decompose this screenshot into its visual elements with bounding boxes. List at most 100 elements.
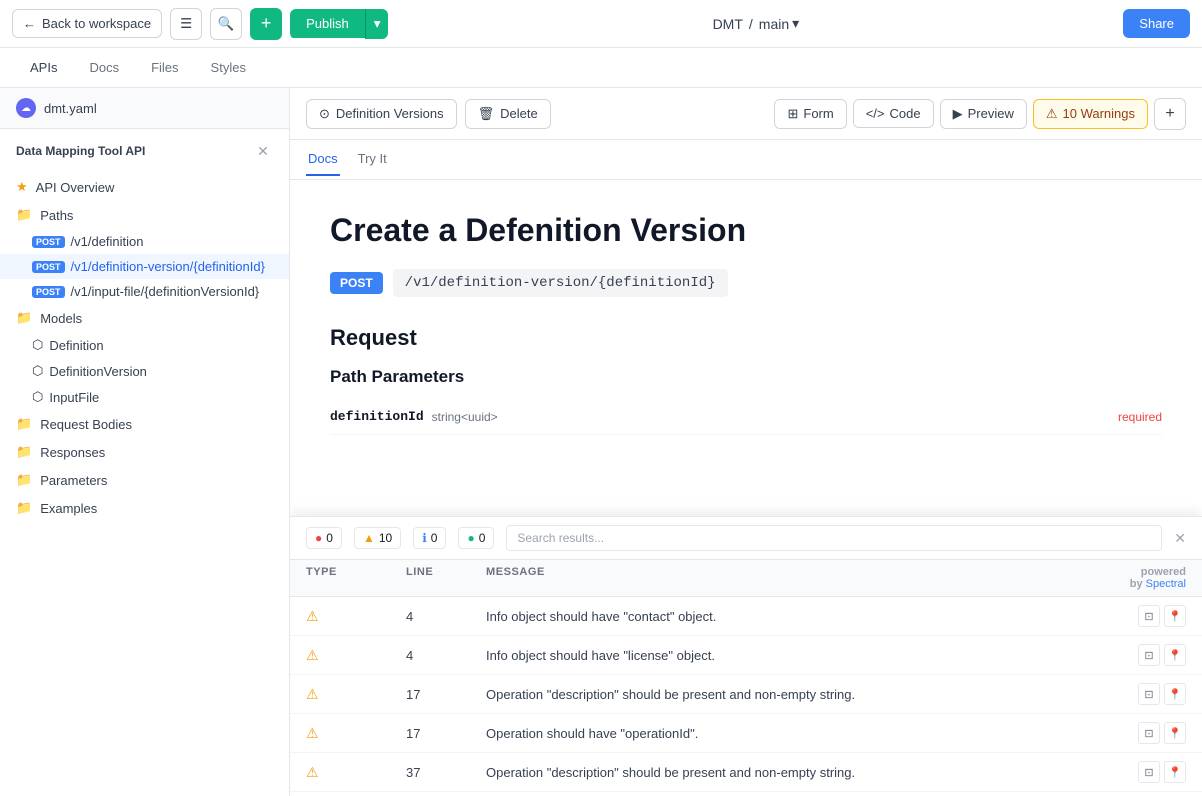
- topbar: ← Back to workspace ☰ 🔍 + Publish ▾ DMT …: [0, 0, 1202, 48]
- publish-dropdown-button[interactable]: ▾: [365, 9, 389, 39]
- tab-docs[interactable]: Docs: [75, 52, 133, 83]
- arrow-left-icon: ←: [23, 16, 36, 31]
- main-layout: ☁ dmt.yaml Data Mapping Tool API ✕ ★ API…: [0, 88, 1202, 796]
- sidebar-child-v1-definition[interactable]: POST /v1/definition: [0, 229, 289, 254]
- location-icon[interactable]: 📍: [1164, 722, 1186, 744]
- col-message: Message: [486, 566, 1126, 590]
- delete-label: Delete: [500, 106, 538, 121]
- warn-actions: ⊡ 📍: [1126, 683, 1186, 705]
- star-icon: ★: [16, 179, 28, 195]
- warnings-search-input[interactable]: [506, 525, 1162, 551]
- topbar-center: DMT / main ▾: [396, 15, 1115, 32]
- filter-info-badge[interactable]: ℹ 0: [413, 527, 446, 549]
- copy-icon[interactable]: ⊡: [1138, 605, 1160, 627]
- folder-icon: 📁: [16, 207, 32, 223]
- code-icon: </>: [866, 106, 885, 121]
- col-line: Line: [406, 566, 486, 590]
- publish-button[interactable]: Publish: [290, 9, 365, 38]
- share-button[interactable]: Share: [1123, 9, 1190, 38]
- branch-selector[interactable]: main ▾: [759, 15, 799, 32]
- sidebar: ☁ dmt.yaml Data Mapping Tool API ✕ ★ API…: [0, 88, 290, 796]
- param-required: required: [1118, 410, 1162, 424]
- separator: /: [749, 16, 753, 32]
- delete-button[interactable]: 🗑 Delete: [465, 99, 551, 129]
- copy-icon[interactable]: ⊡: [1138, 683, 1160, 705]
- param-type: string<uuid>: [432, 410, 498, 424]
- preview-icon: ▶: [953, 106, 963, 122]
- warn-line: 4: [406, 609, 486, 624]
- doc-content: Create a Defenition Version POST /v1/def…: [290, 180, 1202, 467]
- warn-triangle-icon: ⚠: [306, 764, 406, 781]
- sidebar-item-request-bodies[interactable]: 📁 Request Bodies: [0, 410, 289, 438]
- location-icon[interactable]: 📍: [1164, 644, 1186, 666]
- sidebar-item-label: Paths: [40, 208, 73, 223]
- filter-warn-badge[interactable]: ▲ 10: [354, 527, 401, 549]
- tab-docs[interactable]: Docs: [306, 143, 340, 176]
- sidebar-child-input-file[interactable]: ⬡ InputFile: [0, 384, 289, 410]
- sidebar-item-label: DefinitionVersion: [49, 364, 147, 379]
- sidebar-child-v1-input-file[interactable]: POST /v1/input-file/{definitionVersionId…: [0, 279, 289, 304]
- warn-line: 37: [406, 765, 486, 780]
- sidebar-item-api-overview[interactable]: ★ API Overview: [0, 173, 289, 201]
- tab-apis[interactable]: APIs: [16, 52, 71, 83]
- definition-versions-icon: ⊙: [319, 106, 330, 122]
- form-view-button[interactable]: ⊞ Form: [774, 99, 846, 129]
- file-icon: ☁: [16, 98, 36, 118]
- close-warnings-button[interactable]: ✕: [1174, 530, 1186, 547]
- definition-versions-button[interactable]: ⊙ Definition Versions: [306, 99, 457, 129]
- location-icon[interactable]: 📍: [1164, 683, 1186, 705]
- copy-icon[interactable]: ⊡: [1138, 761, 1160, 783]
- copy-icon[interactable]: ⊡: [1138, 644, 1160, 666]
- code-view-button[interactable]: </> Code: [853, 99, 934, 128]
- sidebar-item-responses[interactable]: 📁 Responses: [0, 438, 289, 466]
- warn-triangle-icon: ⚠: [306, 608, 406, 625]
- plus-icon: +: [1165, 105, 1174, 123]
- copy-icon[interactable]: ⊡: [1138, 722, 1160, 744]
- sidebar-child-definition[interactable]: ⬡ Definition: [0, 332, 289, 358]
- filter-error-badge[interactable]: ● 0: [306, 527, 342, 549]
- add-content-button[interactable]: +: [1154, 98, 1186, 130]
- sidebar-item-models[interactable]: 📁 Models: [0, 304, 289, 332]
- param-name: definitionId: [330, 409, 424, 424]
- sidebar-child-v1-definition-version[interactable]: POST /v1/definition-version/{definitionI…: [0, 254, 289, 279]
- tab-files[interactable]: Files: [137, 52, 192, 83]
- request-title: Request: [330, 325, 1162, 351]
- close-sidebar-button[interactable]: ✕: [253, 141, 273, 161]
- back-to-workspace-button[interactable]: ← Back to workspace: [12, 9, 162, 38]
- sidebar-item-paths[interactable]: 📁 Paths: [0, 201, 289, 229]
- sidebar-item-examples[interactable]: 📁 Examples: [0, 494, 289, 522]
- api-title: Data Mapping Tool API: [16, 144, 145, 158]
- post-badge: POST: [32, 236, 65, 248]
- search-icon-button[interactable]: 🔍: [210, 8, 242, 40]
- preview-view-button[interactable]: ▶ Preview: [940, 99, 1027, 129]
- folder-icon: 📁: [16, 310, 32, 326]
- sidebar-file: ☁ dmt.yaml: [0, 88, 289, 129]
- endpoint-row: POST /v1/definition-version/{definitionI…: [330, 269, 1162, 297]
- warnings-table: ⚠ 4 Info object should have "contact" ob…: [290, 597, 1202, 796]
- warn-actions: ⊡ 📍: [1126, 644, 1186, 666]
- back-label: Back to workspace: [42, 16, 151, 31]
- table-row: ⚠ 17 Operation "description" should be p…: [290, 675, 1202, 714]
- warn-dot: ▲: [363, 531, 375, 545]
- branch-name: main: [759, 16, 789, 32]
- warn-triangle-icon: ⚠: [306, 725, 406, 742]
- sidebar-nav: ★ API Overview 📁 Paths POST /v1/definiti…: [0, 169, 289, 796]
- sidebar-child-definition-version[interactable]: ⬡ DefinitionVersion: [0, 358, 289, 384]
- warn-line: 4: [406, 648, 486, 663]
- tab-try-it[interactable]: Try It: [356, 143, 389, 176]
- sidebar-item-parameters[interactable]: 📁 Parameters: [0, 466, 289, 494]
- folder-icon: 📁: [16, 500, 32, 516]
- menu-icon-button[interactable]: ☰: [170, 8, 202, 40]
- chevron-down-icon: ▾: [374, 16, 381, 32]
- sidebar-item-label: Models: [40, 311, 82, 326]
- sidebar-item-label: Definition: [49, 338, 103, 353]
- warnings-button[interactable]: ⚠ 10 Warnings: [1033, 99, 1148, 129]
- warn-actions: ⊡ 📍: [1126, 605, 1186, 627]
- location-icon[interactable]: 📍: [1164, 605, 1186, 627]
- powered-by: powered by Spectral: [1126, 566, 1186, 590]
- filter-success-badge[interactable]: ● 0: [458, 527, 494, 549]
- location-icon[interactable]: 📍: [1164, 761, 1186, 783]
- tab-styles[interactable]: Styles: [197, 52, 260, 83]
- code-label: Code: [890, 106, 921, 121]
- add-button[interactable]: +: [250, 8, 282, 40]
